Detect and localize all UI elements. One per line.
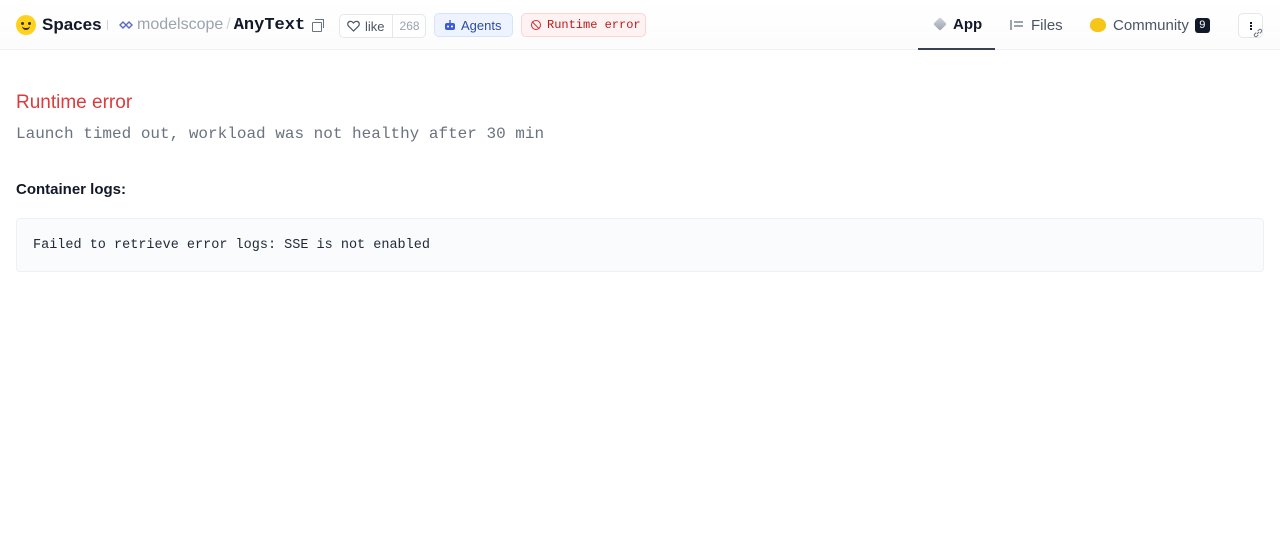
spaces-label: Spaces	[42, 15, 102, 34]
heart-icon	[347, 20, 360, 32]
community-icon	[1090, 18, 1106, 32]
tab-files-label: Files	[1031, 16, 1063, 34]
tab-app-label: App	[953, 15, 983, 33]
like-button[interactable]: like 268	[339, 14, 426, 38]
robot-icon	[445, 19, 455, 30]
container-logs-box[interactable]: Failed to retrieve error logs: SSE is no…	[16, 218, 1264, 272]
runtime-status-badge[interactable]: Runtime error	[521, 13, 646, 37]
vertical-dots-icon	[1250, 22, 1252, 30]
spaces-brand-link[interactable]: Spaces	[16, 14, 102, 36]
breadcrumb-separator: /	[226, 16, 231, 33]
repo-breadcrumb: modelscope / AnyText	[119, 14, 325, 36]
error-circle-icon	[531, 20, 541, 30]
tab-community[interactable]: Community 9	[1090, 0, 1210, 50]
runtime-status-label: Runtime error	[547, 18, 641, 32]
top-header: Spaces modelscope / AnyText like 268 Age…	[0, 0, 1280, 50]
like-count[interactable]: 268	[391, 15, 427, 37]
container-logs-text: Failed to retrieve error logs: SSE is no…	[33, 238, 430, 253]
org-logo-icon	[119, 21, 133, 29]
error-title: Runtime error	[16, 92, 133, 113]
agents-label: Agents	[461, 17, 502, 33]
error-message: Launch timed out, workload was not healt…	[16, 125, 545, 143]
like-label: like	[365, 18, 385, 34]
repo-name-link[interactable]: AnyText	[234, 16, 305, 35]
cube-icon	[933, 17, 947, 31]
org-link[interactable]: modelscope	[137, 16, 223, 34]
like-toggle[interactable]: like	[340, 15, 392, 37]
link-icon	[1253, 28, 1263, 38]
tab-files[interactable]: Files	[1010, 0, 1063, 50]
container-logs-heading: Container logs:	[16, 181, 127, 198]
agents-badge[interactable]: Agents	[434, 13, 513, 37]
community-count-badge: 9	[1194, 17, 1210, 33]
files-icon	[1010, 19, 1024, 31]
copy-icon[interactable]	[312, 19, 325, 32]
hugging-face-logo-icon	[16, 15, 36, 35]
tab-app[interactable]: App	[918, 0, 995, 50]
tab-community-label: Community	[1113, 16, 1189, 34]
divider	[107, 20, 108, 30]
